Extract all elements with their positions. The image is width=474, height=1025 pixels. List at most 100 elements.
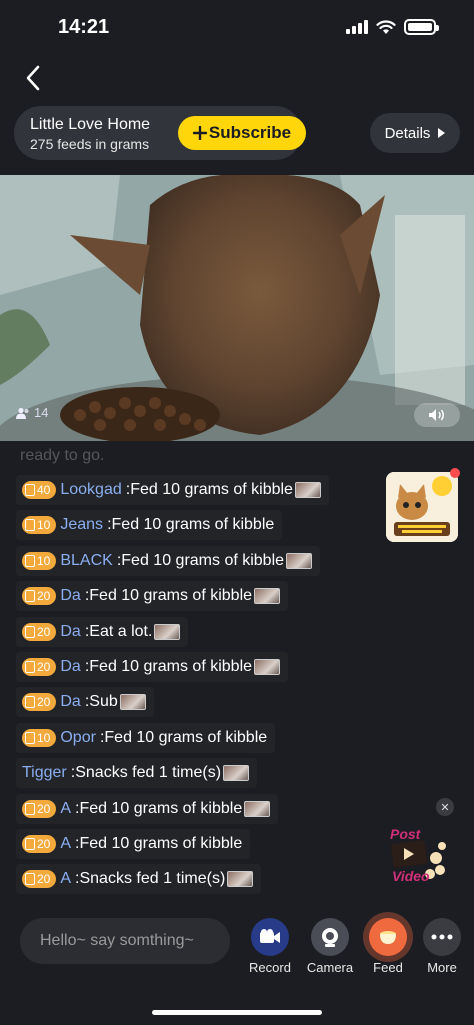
message-username[interactable]: A: [60, 800, 71, 818]
level-value: 20: [37, 589, 51, 604]
bowl-level-icon: [25, 802, 35, 815]
message-username[interactable]: Da: [60, 623, 80, 641]
level-value: 20: [37, 624, 51, 639]
feed-button[interactable]: Feed: [359, 918, 417, 975]
level-value: 20: [37, 801, 51, 816]
video-thumbnail[interactable]: [119, 694, 146, 711]
bowl-level-icon: [25, 661, 35, 673]
close-button[interactable]: ✕: [436, 798, 454, 816]
record-button[interactable]: Record: [241, 918, 299, 975]
message-username[interactable]: Da: [60, 658, 80, 676]
home-indicator: [152, 1010, 322, 1015]
level-value: 20: [37, 837, 51, 851]
message-text: Fed 10 grams of kibble: [121, 551, 285, 569]
message-text: Fed 10 grams of kibble: [111, 516, 275, 534]
more-button[interactable]: More: [413, 918, 471, 975]
bowl-level-icon: [25, 873, 35, 886]
message-username[interactable]: A: [60, 870, 71, 888]
signal-icon: [346, 20, 368, 34]
camera-icon: [311, 918, 349, 956]
feed-message: 20 A: Fed 10 grams of kibble: [16, 829, 251, 859]
message-text: Fed 10 grams of kibble: [79, 799, 243, 817]
feed-message: Tigger: Snacks fed 1 time(s): [16, 758, 258, 789]
home-feed-count: 275 feeds in grams: [30, 136, 150, 152]
video-thumbnail[interactable]: [254, 588, 281, 605]
message-text: Eat a lot.: [89, 622, 153, 640]
message-text: Fed 10 grams of kibble: [89, 658, 253, 675]
promo-card[interactable]: [386, 472, 458, 542]
feed-message: 20 Da: Fed 10 grams of kibble: [16, 652, 289, 682]
status-bar: 14:21: [0, 0, 474, 56]
feed-message: 20 A: Fed 10 grams of kibble: [16, 793, 279, 824]
home-card[interactable]: Little Love Home 275 feeds in grams Subs…: [14, 106, 306, 160]
close-icon: ✕: [440, 801, 450, 814]
live-video[interactable]: 14: [0, 175, 474, 441]
video-thumbnail[interactable]: [294, 482, 321, 498]
feed-label: Feed: [373, 960, 403, 975]
cat-sticker-image: [386, 472, 458, 542]
message-username[interactable]: Opor: [60, 729, 96, 747]
post-video-button[interactable]: Post Video: [388, 824, 452, 890]
back-button[interactable]: [18, 60, 48, 96]
level-badge: 20: [22, 587, 57, 606]
bowl-level-icon: [25, 484, 35, 496]
level-value: 20: [37, 660, 51, 674]
speaker-icon: [429, 409, 444, 421]
feed-message: 20 Da: Eat a lot.: [16, 616, 189, 647]
faded-message: ready to go.: [20, 447, 105, 464]
level-badge: 10: [22, 516, 57, 535]
status-icons: [346, 19, 439, 35]
video-thumbnail[interactable]: [244, 800, 271, 817]
record-icon: [251, 918, 289, 956]
message-username[interactable]: Tigger: [22, 764, 67, 782]
wifi-icon: [376, 19, 396, 34]
details-label: Details: [384, 124, 431, 142]
video-thumbnail[interactable]: [154, 623, 181, 640]
feed-message: 10 Opor: Fed 10 grams of kibble: [16, 722, 276, 753]
details-button[interactable]: Details: [370, 113, 460, 153]
volume-button[interactable]: [414, 403, 460, 427]
message-username[interactable]: A: [60, 835, 71, 853]
feed-message: 20 A: Snacks fed 1 time(s): [16, 864, 262, 895]
camera-label: Camera: [306, 960, 354, 975]
bowl-level-icon: [25, 625, 35, 638]
feed-message: 10 Jeans: Fed 10 grams of kibble: [16, 510, 283, 541]
people-icon: [16, 407, 29, 419]
level-badge: 20: [22, 693, 57, 712]
video-thumbnail[interactable]: [254, 659, 281, 675]
feed-message: 10 BLACK: Fed 10 grams of kibble: [16, 545, 321, 576]
message-text: Fed 10 grams of kibble: [79, 835, 243, 852]
video-thumbnail[interactable]: [227, 871, 254, 888]
message-username[interactable]: Da: [60, 693, 80, 711]
message-username[interactable]: Jeans: [60, 516, 103, 534]
feed-message: 40 Lookgad: Fed 10 grams of kibble: [16, 475, 329, 505]
food-bowl-icon: [369, 918, 407, 956]
bowl-level-icon: [25, 590, 35, 603]
level-value: 10: [37, 518, 51, 533]
bowl-level-icon: [25, 696, 35, 709]
notification-dot: [450, 468, 460, 478]
level-badge: 20: [22, 835, 57, 853]
bowl-level-icon: [25, 731, 35, 744]
subscribe-button[interactable]: Subscribe: [178, 116, 306, 150]
camera-button[interactable]: Camera: [301, 918, 359, 975]
message-text: Fed 10 grams of kibble: [130, 481, 293, 498]
bowl-level-icon: [25, 519, 35, 532]
more-icon: [423, 918, 461, 956]
video-thumbnail[interactable]: [223, 765, 250, 782]
post-video-label-2: Video: [392, 868, 430, 884]
message-username[interactable]: Da: [60, 587, 80, 605]
message-text: Sub: [89, 693, 118, 711]
bottom-bar: Hello~ say somthing~ Record Camera Feed …: [0, 910, 474, 1025]
cat-feed-image: [0, 175, 474, 441]
level-value: 20: [37, 872, 51, 887]
viewer-count: 14: [16, 405, 48, 420]
home-name: Little Love Home: [30, 116, 151, 133]
message-username[interactable]: Lookgad: [60, 481, 121, 499]
chat-input[interactable]: Hello~ say somthing~: [20, 918, 230, 964]
level-badge: 10: [22, 728, 57, 747]
level-value: 10: [37, 553, 51, 568]
video-thumbnail[interactable]: [286, 552, 313, 569]
message-username[interactable]: BLACK: [60, 552, 112, 570]
bowl-level-icon: [25, 554, 35, 567]
